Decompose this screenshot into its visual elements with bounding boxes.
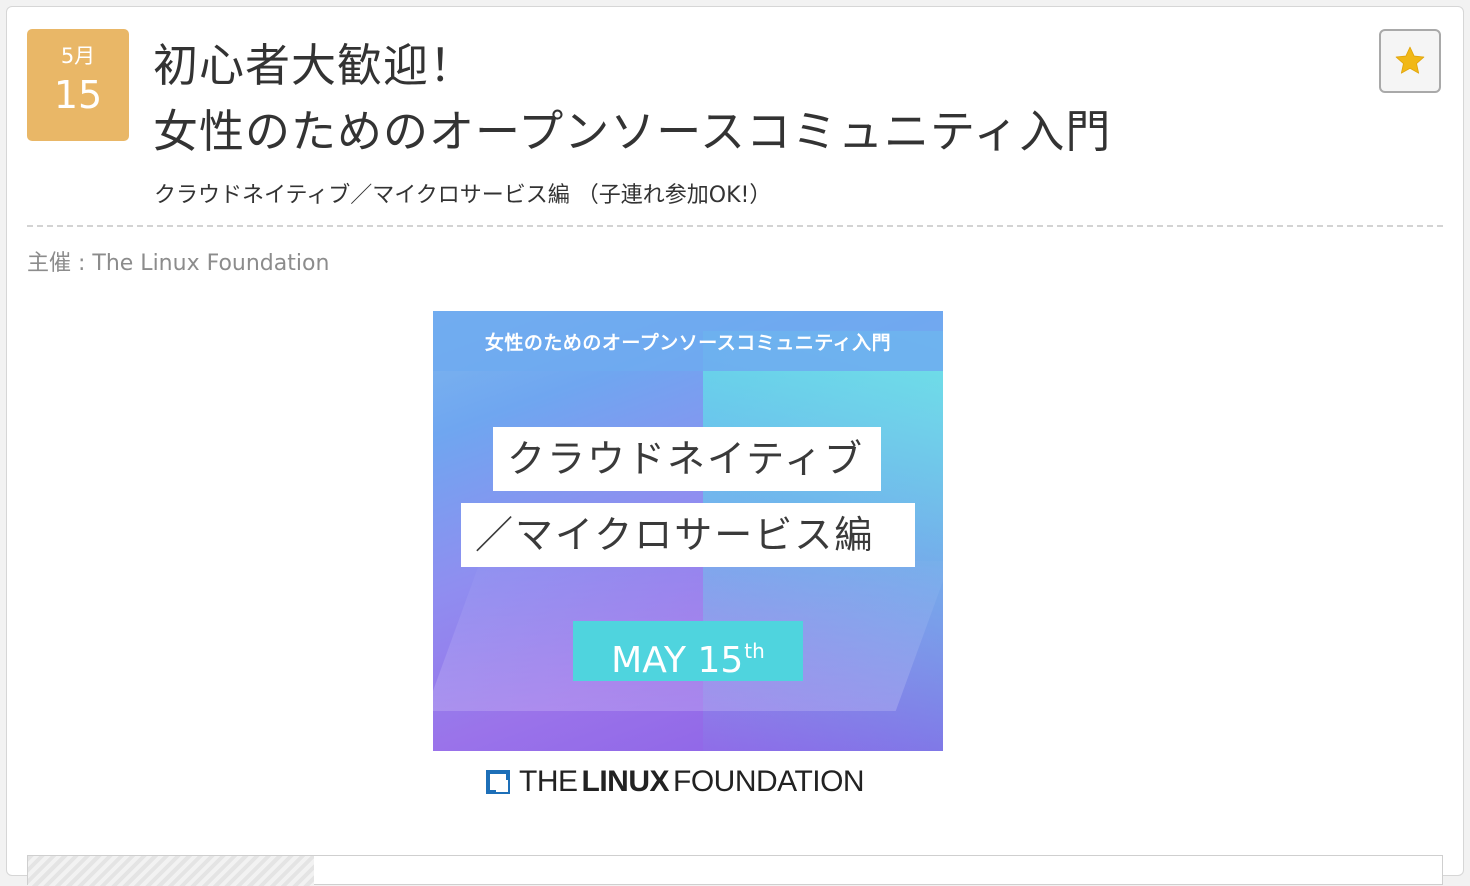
banner-date-main: MAY 15 xyxy=(611,640,744,681)
event-banner-image[interactable]: 女性のためのオープンソースコミュニティ入門 クラウドネイティブ ／マイクロサービ… xyxy=(433,311,943,821)
organizer-label: 主催 : The Linux Foundation xyxy=(27,251,330,276)
logo-the: THE xyxy=(519,765,578,798)
event-title[interactable]: 初心者大歓迎！ 女性のためのオープンソースコミュニティ入門 xyxy=(153,33,1111,165)
date-day: 15 xyxy=(53,73,103,117)
date-month: 5月 xyxy=(60,44,96,68)
date-badge: 5月 15 xyxy=(27,29,129,141)
banner-header: 女性のためのオープンソースコミュニティ入門 xyxy=(433,311,943,371)
banner-date-suffix: th xyxy=(744,639,765,663)
favorite-button[interactable] xyxy=(1379,29,1441,93)
star-icon xyxy=(1395,46,1425,74)
logo-foundation: FOUNDATION xyxy=(673,765,865,798)
logo-linux: LINUX xyxy=(581,765,670,798)
event-title-line2: 女性のためのオープンソースコミュニティ入門 xyxy=(153,105,1112,158)
banner-date: MAY 15th xyxy=(573,621,803,681)
event-subtitle: クラウドネイティブ／マイクロサービス編 （子連れ参加OK!） xyxy=(154,183,772,208)
event-title-line1: 初心者大歓迎！ xyxy=(153,39,476,92)
banner-line2: ／マイクロサービス編 xyxy=(461,503,915,567)
linux-foundation-logo-icon xyxy=(486,770,510,794)
event-card: 5月 15 初心者大歓迎！ 女性のためのオープンソースコミュニティ入門 クラウド… xyxy=(6,6,1464,886)
divider xyxy=(27,225,1443,227)
linux-foundation-logo: THE LINUX FOUNDATION xyxy=(485,765,865,799)
banner-line1: クラウドネイティブ xyxy=(493,427,881,491)
bottom-strip-left xyxy=(28,856,314,886)
